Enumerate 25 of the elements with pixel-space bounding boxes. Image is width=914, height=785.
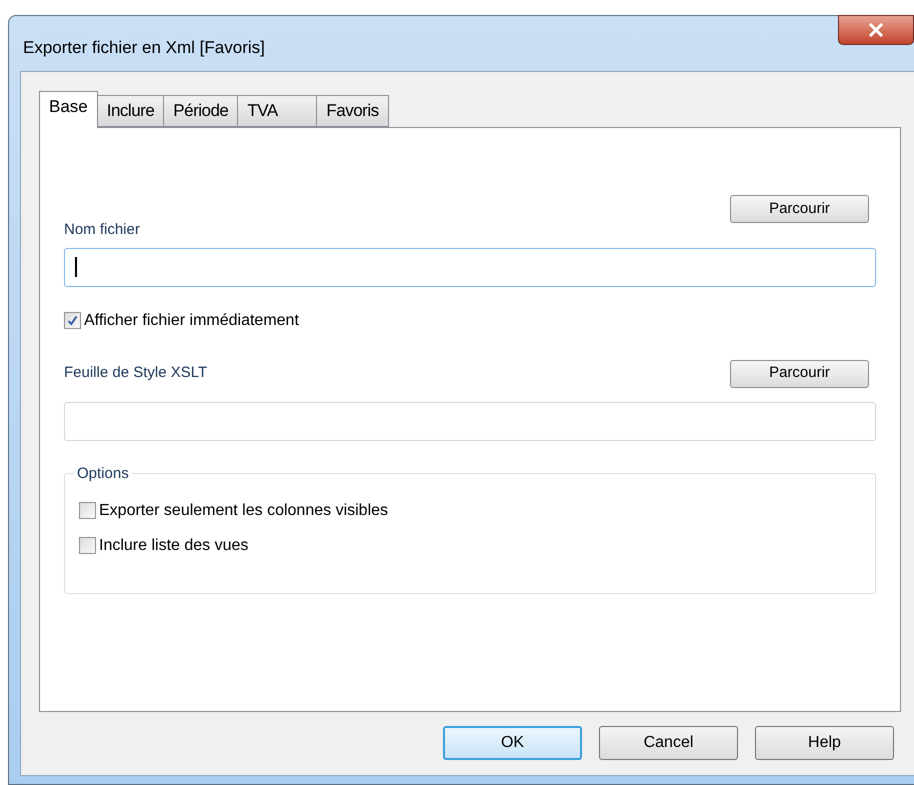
close-icon — [868, 23, 884, 37]
tab[interactable]: Favoris — [316, 95, 389, 127]
field-label: Nom fichier — [64, 220, 141, 240]
checkbox-label: Inclure liste des vues — [99, 536, 248, 556]
window-title: Exporter fichier en Xml [Favoris] — [23, 37, 265, 59]
close-button[interactable] — [838, 15, 914, 45]
tab[interactable]: TVA — [237, 95, 318, 127]
dialog-button[interactable]: Cancel — [599, 726, 738, 760]
field-label: Feuille de Style XSLT — [64, 363, 208, 384]
checkbox[interactable] — [64, 312, 81, 329]
text-cursor — [75, 257, 76, 277]
tab[interactable]: Inclure — [96, 95, 164, 127]
text-field[interactable] — [64, 248, 876, 286]
browse-button[interactable]: Parcourir — [730, 360, 869, 388]
dialog-button[interactable]: Help — [755, 726, 894, 760]
checkbox[interactable] — [79, 502, 96, 519]
tab[interactable]: Base — [39, 91, 98, 128]
checkbox-label: Afficher fichier immédiatement — [84, 310, 299, 330]
checkbox-label: Exporter seulement les colonnes visibles — [99, 500, 388, 520]
dialog-button[interactable]: OK — [443, 726, 582, 760]
browse-button[interactable]: Parcourir — [730, 195, 869, 223]
checkbox[interactable] — [79, 537, 96, 554]
tab[interactable]: Période — [163, 95, 238, 127]
text-field[interactable] — [64, 402, 876, 440]
checkmark-icon — [67, 315, 78, 326]
